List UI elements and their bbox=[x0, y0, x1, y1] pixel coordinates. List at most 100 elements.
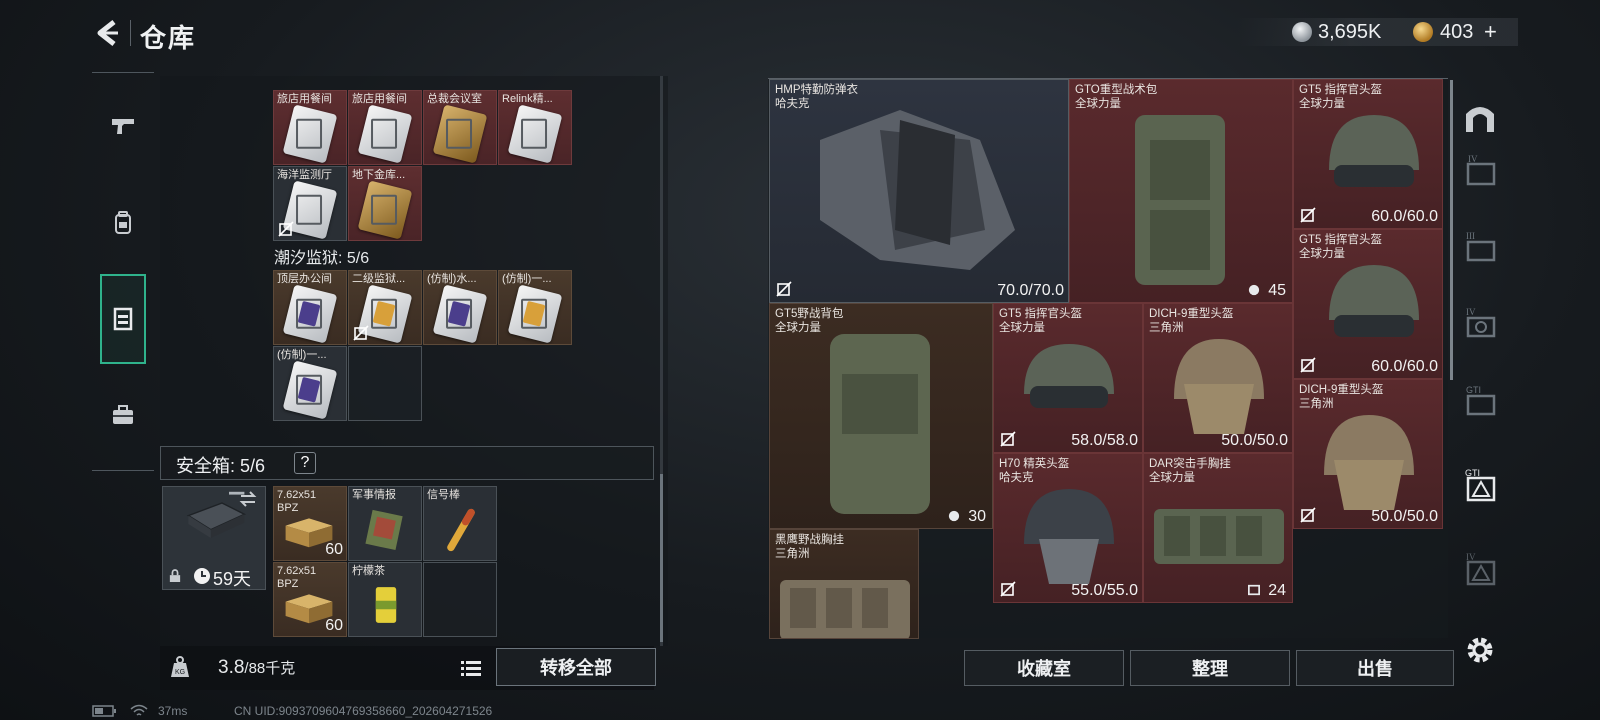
key-card-slot[interactable]: 地下金库... bbox=[348, 166, 422, 241]
tab-equipment[interactable] bbox=[100, 194, 146, 252]
weight-readout: 3.8/88千克 bbox=[218, 657, 295, 679]
key-card-slot[interactable]: 海洋监测厅 bbox=[273, 166, 347, 241]
key-card-label: (仿制)一... bbox=[502, 273, 552, 285]
side-filter-gti[interactable]: GTI bbox=[1460, 380, 1500, 424]
access-card-icon bbox=[507, 284, 563, 344]
unbound-icon bbox=[1300, 207, 1316, 223]
access-card-icon bbox=[507, 104, 563, 164]
inventory-scrollbar[interactable] bbox=[1450, 80, 1453, 380]
storage-box-icon bbox=[113, 307, 133, 331]
inventory-item-heavy-helmet[interactable]: DICH-9重型头盔 三角洲 50.0/50.0 bbox=[1143, 303, 1293, 453]
item-durability: 58.0/58.0 bbox=[1071, 432, 1138, 449]
tab-storage[interactable] bbox=[100, 274, 146, 364]
inventory-item-heavy-helmet[interactable]: DICH-9重型头盔 三角洲 50.0/50.0 bbox=[1293, 379, 1443, 529]
key-card-slot[interactable]: 旅店用餐间 bbox=[348, 90, 422, 165]
side-filter-all[interactable] bbox=[1460, 96, 1500, 140]
side-filter-tier-iv-b[interactable]: IV bbox=[1460, 302, 1500, 346]
heavy-helmet-icon bbox=[1174, 339, 1264, 434]
item-durability: 50.0/50.0 bbox=[1221, 432, 1288, 449]
item-capacity: 30 bbox=[968, 508, 986, 525]
tab-rail-top-line bbox=[92, 72, 154, 73]
organize-button[interactable]: 整理 bbox=[1130, 650, 1290, 686]
key-card-slot[interactable]: (仿制)水... bbox=[423, 270, 497, 345]
key-card-label: 旅店用餐间 bbox=[352, 93, 407, 105]
key-card-slot[interactable]: 旅店用餐间 bbox=[273, 90, 347, 165]
flare-stick-icon bbox=[447, 508, 475, 552]
key-card-label: (仿制)一... bbox=[277, 349, 327, 361]
side-filter-gti-selected[interactable]: GTI bbox=[1460, 464, 1500, 508]
access-card-icon bbox=[282, 104, 338, 164]
tab-case[interactable] bbox=[100, 386, 146, 444]
uid-readout: CN UID:9093709604769358660_202604271526 bbox=[234, 704, 493, 718]
item-quantity: 60 bbox=[325, 617, 343, 634]
tab-weapons[interactable] bbox=[100, 96, 146, 154]
key-card-slot[interactable]: 总裁会议室 bbox=[423, 90, 497, 165]
access-card-icon bbox=[357, 104, 413, 164]
gear-icon bbox=[1467, 637, 1493, 663]
svg-text:KG: KG bbox=[175, 669, 185, 676]
tactical-backpack-icon bbox=[1135, 115, 1225, 285]
inventory-item-armor-vest[interactable]: HMP特勤防弹衣 哈夫克 70.0/70.0 bbox=[769, 79, 1069, 303]
safe-item-slot[interactable]: 军事情报 bbox=[348, 486, 422, 561]
empty-slot[interactable] bbox=[423, 562, 497, 637]
briefcase-icon bbox=[113, 405, 133, 424]
inventory-item-chest-rig[interactable]: DAR突击手胸挂 全球力量 24 bbox=[1143, 453, 1293, 603]
backpack-icon bbox=[115, 211, 131, 234]
inventory-item-helmet[interactable]: GT5 指挥官头盔 全球力量 60.0/60.0 bbox=[1293, 229, 1443, 379]
item-capacity: 45 bbox=[1268, 282, 1286, 299]
item-durability: 60.0/60.0 bbox=[1371, 208, 1438, 225]
armor-vest-icon bbox=[820, 110, 1015, 270]
side-filter-tier-iii[interactable]: III bbox=[1460, 226, 1500, 270]
side-filter-tier-iv-c[interactable]: IV bbox=[1460, 548, 1500, 592]
key-card-label: 顶层办公间 bbox=[277, 273, 332, 285]
intel-document-icon bbox=[365, 509, 403, 551]
item-durability: 50.0/50.0 bbox=[1371, 508, 1438, 525]
case-days-remaining: 59天 bbox=[213, 569, 252, 589]
section-header-clipped bbox=[274, 72, 277, 80]
header-divider bbox=[130, 20, 131, 46]
safe-case-slot[interactable]: 59天 bbox=[162, 486, 266, 590]
safe-item-slot[interactable]: 7.62x51 BPZ 60 bbox=[273, 486, 347, 561]
chest-rig-icon bbox=[1154, 509, 1284, 564]
safe-item-slot[interactable]: 信号棒 bbox=[423, 486, 497, 561]
key-card-slot[interactable]: Relink精... bbox=[498, 90, 572, 165]
battery-icon bbox=[92, 705, 116, 717]
key-card-slot[interactable]: 二级监狱... bbox=[348, 270, 422, 345]
key-card-slot[interactable]: (仿制)一... bbox=[498, 270, 572, 345]
add-currency-button[interactable]: + bbox=[1484, 19, 1497, 45]
safe-box-title: 安全箱: 5/6 bbox=[176, 456, 266, 476]
inventory-item-helmet[interactable]: GT5 指挥官头盔 全球力量 60.0/60.0 bbox=[1293, 79, 1443, 229]
back-button[interactable] bbox=[92, 18, 126, 48]
safe-item-slot[interactable]: 柠檬茶 bbox=[348, 562, 422, 637]
side-filter-tier-iv[interactable]: IV bbox=[1460, 150, 1500, 194]
storage-scrollbar-thumb[interactable] bbox=[660, 474, 663, 642]
key-card-slot[interactable]: 顶层办公间 bbox=[273, 270, 347, 345]
inventory-item-elite-helmet[interactable]: H70 精英头盔 哈夫克 55.0/55.0 bbox=[993, 453, 1143, 603]
move-all-button[interactable]: 转移全部 bbox=[496, 648, 656, 686]
sell-button[interactable]: 出售 bbox=[1296, 650, 1454, 686]
svg-text:IV: IV bbox=[1468, 154, 1478, 164]
wifi-icon bbox=[130, 704, 148, 716]
inventory-item-tactical-bag[interactable]: GTO重型战术包 全球力量 45 bbox=[1069, 79, 1293, 303]
key-card-label: Relink精... bbox=[502, 93, 553, 105]
unbound-icon bbox=[1000, 581, 1016, 597]
pistol-icon bbox=[112, 119, 134, 134]
inventory-item-field-rig[interactable]: 黑鹰野战胸挂 三角洲 bbox=[769, 529, 919, 639]
item-label: 军事情报 bbox=[352, 489, 396, 501]
inventory-item-helmet[interactable]: GT5 指挥官头盔 全球力量 58.0/58.0 bbox=[993, 303, 1143, 453]
tab-rail-bottom-line bbox=[92, 470, 154, 471]
gti-icon: GTI bbox=[1466, 385, 1496, 416]
ping-readout: 37ms bbox=[158, 704, 188, 718]
key-card-slot[interactable]: (仿制)一... bbox=[273, 346, 347, 421]
list-icon bbox=[461, 661, 481, 676]
help-button[interactable]: ? bbox=[294, 452, 316, 474]
list-view-button[interactable] bbox=[456, 654, 486, 682]
gold-currency-amount: 403 bbox=[1440, 21, 1474, 43]
empty-slot[interactable] bbox=[348, 346, 422, 421]
safe-item-slot[interactable]: 7.62x51 BPZ 60 bbox=[273, 562, 347, 637]
inventory-item-field-backpack[interactable]: GT5野战背包 全球力量 30 bbox=[769, 303, 993, 529]
field-chest-rig-icon bbox=[780, 580, 910, 638]
svg-text:III: III bbox=[1466, 231, 1475, 241]
settings-button[interactable] bbox=[1462, 632, 1498, 668]
collection-room-button[interactable]: 收藏室 bbox=[964, 650, 1124, 686]
